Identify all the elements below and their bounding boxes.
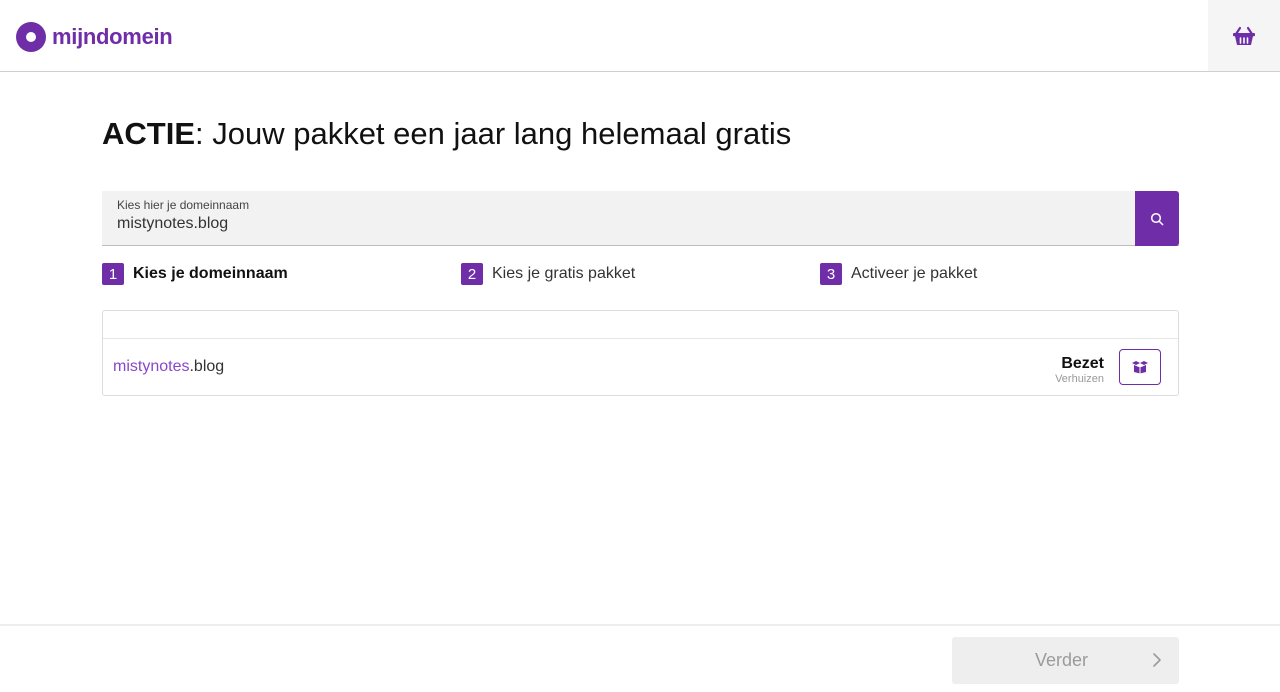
search-icon [1150,212,1164,225]
next-button-label: Verder [1035,650,1089,670]
step-number: 1 [102,263,124,285]
step-indicator: 1 Kies je domeinnaam 2 Kies je gratis pa… [102,262,1179,286]
status-label: Bezet [1061,355,1104,372]
domain-search: Kies hier je domeinnaam [102,191,1179,246]
search-input[interactable] [117,213,1117,235]
search-label: Kies hier je domeinnaam [117,198,250,212]
moving-box-icon [1132,361,1148,374]
step-3: 3 Activeer je pakket [820,262,977,286]
transfer-domain-button[interactable] [1119,349,1161,385]
page-title-strong: ACTIE [102,116,195,151]
next-button[interactable]: Verder [952,637,1179,684]
basket-button[interactable] [1208,0,1280,71]
status-sublabel: Verhuizen [1055,373,1104,385]
domain-name: mistynotes [113,358,190,375]
step-number: 2 [461,263,483,285]
step-label: Activeer je pakket [851,265,978,282]
search-button[interactable] [1135,191,1179,246]
page-title: ACTIE: Jouw pakket een jaar lang helemaa… [102,116,791,152]
result-domain: mistynotes.blog [113,358,224,376]
result-row: mistynotes.blog Bezet Verhuizen [103,339,1178,395]
step-label: Kies je gratis pakket [492,265,636,282]
domain-extension: .blog [189,358,225,375]
step-label: Kies je domeinnaam [133,265,288,282]
results-header [103,311,1178,339]
footer-bar: Verder [0,624,1280,692]
logo-text: mijndomein [52,24,173,49]
step-2: 2 Kies je gratis pakket [461,262,635,286]
logo[interactable]: mijndomein [16,22,173,52]
availability-status: Bezet Verhuizen [1055,355,1104,385]
page-title-rest: : Jouw pakket een jaar lang helemaal gra… [195,116,792,151]
step-number: 3 [820,263,842,285]
results-list: mistynotes.blog Bezet Verhuizen [102,310,1179,396]
logo-mark [16,22,46,52]
chevron-right-icon [1153,653,1161,667]
step-1: 1 Kies je domeinnaam [102,262,288,286]
site-header: mijndomein [0,0,1280,72]
basket-icon [1233,26,1255,45]
